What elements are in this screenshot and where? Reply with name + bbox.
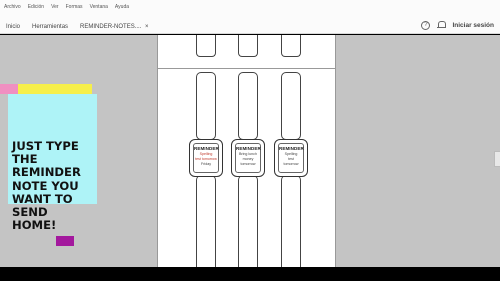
watch-line: test tomorrow <box>195 157 217 162</box>
side-panel-toggle[interactable] <box>494 151 500 167</box>
help-icon[interactable]: ? <box>421 21 431 30</box>
tab-document-label: REMINDER-NOTES.... <box>80 24 142 30</box>
menu-bar: Archivo Edición Ver Formas Ventana Ayuda <box>4 2 129 13</box>
page-break <box>158 68 335 69</box>
sticky-note-purple <box>56 236 74 246</box>
watch-line: money <box>242 157 254 162</box>
signin-button[interactable]: Iniciar sesión <box>452 22 494 29</box>
watch-band-top <box>238 35 258 57</box>
app-toolbar: Archivo Edición Ver Formas Ventana Ayuda… <box>0 0 500 34</box>
watch-line: Bring lunch <box>239 152 257 156</box>
tab-home[interactable]: Inicio <box>0 20 26 34</box>
watch-band-upper <box>281 72 301 140</box>
tab-bar: Inicio Herramientas REMINDER-NOTES.... × <box>0 20 155 34</box>
watch-screen: REMINDER Bring lunch money tomorrow <box>235 143 261 173</box>
watch-face: REMINDER Spelling test tomorrow Friday <box>189 139 223 177</box>
watch-line: tomorrow <box>240 162 256 167</box>
watch-line: tomorrow <box>283 162 299 167</box>
watch-line: Spelling <box>199 152 213 156</box>
tab-close-icon[interactable]: × <box>145 24 149 30</box>
document-workspace[interactable]: JUST TYPE THE REMINDER NOTE YOU WANT TO … <box>0 35 500 267</box>
notification-bell-icon[interactable] <box>437 21 447 30</box>
watch-face: REMINDER Bring lunch money tomorrow <box>231 139 265 177</box>
bottom-bar <box>0 267 500 281</box>
menu-edit[interactable]: Edición <box>28 2 44 13</box>
watch-band-lower <box>238 175 258 267</box>
sticky-note-pink <box>0 84 20 94</box>
menu-help[interactable]: Ayuda <box>115 2 129 13</box>
menu-file[interactable]: Archivo <box>4 2 21 13</box>
menu-view[interactable]: Ver <box>51 2 59 13</box>
watch-title: REMINDER <box>279 146 304 151</box>
watch-line: test <box>288 157 294 162</box>
document-page[interactable]: REMINDER Spelling test tomorrow Friday R… <box>157 35 336 267</box>
watch-band-top <box>281 35 301 57</box>
tab-document[interactable]: REMINDER-NOTES.... × <box>74 20 155 34</box>
watch-band-upper <box>238 72 258 140</box>
sticky-note-text: JUST TYPE THE REMINDER NOTE YOU WANT TO … <box>12 139 81 233</box>
watch-band-lower <box>281 175 301 267</box>
watch-title: REMINDER <box>194 146 219 151</box>
header-actions: ? Iniciar sesión <box>421 21 494 30</box>
watch-face: REMINDER Spelling test tomorrow <box>274 139 308 177</box>
menu-shapes[interactable]: Formas <box>66 2 83 13</box>
watch-screen: REMINDER Spelling test tomorrow <box>278 143 304 173</box>
watch-title: REMINDER <box>236 146 261 151</box>
watch-band-top <box>196 35 216 57</box>
tab-tools[interactable]: Herramientas <box>26 20 74 34</box>
watch-screen: REMINDER Spelling test tomorrow Friday <box>193 143 219 173</box>
sticky-note-yellow <box>18 84 92 94</box>
watch-band-lower <box>196 175 216 267</box>
watch-band-upper <box>196 72 216 140</box>
watch-line: Friday <box>201 162 211 167</box>
watch-line: Spelling <box>284 152 298 156</box>
menu-window[interactable]: Ventana <box>90 2 108 13</box>
